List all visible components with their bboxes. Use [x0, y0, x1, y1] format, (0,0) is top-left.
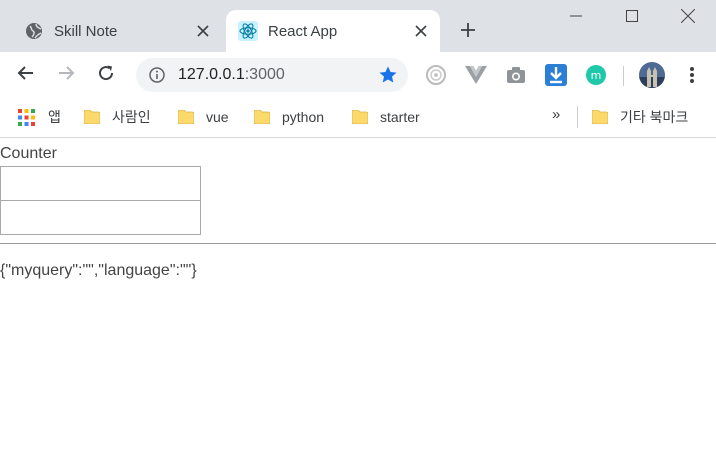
bookmark-folder-starter[interactable]: starter [351, 106, 420, 128]
browser-toolbar: 127.0.0.1:3000 m [0, 52, 716, 98]
reload-icon [97, 64, 115, 87]
globe-icon [24, 21, 44, 41]
folder-icon [83, 109, 101, 125]
bookmark-star-icon[interactable] [378, 65, 398, 85]
reload-button[interactable] [91, 60, 121, 90]
apps-grid-icon [18, 108, 35, 126]
profile-avatar-icon[interactable] [638, 61, 666, 89]
menu-dots-icon[interactable] [680, 63, 704, 87]
tab-strip: Skill Note React App [0, 0, 716, 52]
url-port: :3000 [244, 66, 285, 83]
minimize-button[interactable] [548, 0, 604, 36]
forward-button[interactable] [51, 60, 81, 90]
forward-icon [57, 64, 75, 87]
url-text: 127.0.0.1:3000 [178, 66, 285, 84]
bookmark-label: 사람인 [112, 109, 151, 125]
close-icon [680, 8, 696, 28]
download-icon[interactable] [544, 63, 568, 87]
bookmark-label: 앱 [48, 109, 61, 125]
bookmarks-overflow-button[interactable]: » [552, 106, 560, 123]
language-input[interactable] [0, 200, 201, 235]
bookmark-apps[interactable]: 앱 [18, 106, 61, 128]
folder-icon [177, 109, 195, 125]
plus-icon [460, 22, 476, 43]
tab-react-app[interactable]: React App [226, 10, 440, 52]
folder-icon [253, 109, 271, 125]
folder-icon [351, 109, 369, 125]
bookmarks-bar: 앱 사람인 vue python starter » 기타 북마크 [0, 98, 716, 138]
bookmark-label: starter [380, 109, 420, 125]
camera-icon[interactable] [504, 63, 528, 87]
url-host: 127.0.0.1 [178, 66, 245, 83]
circle-extension-icon[interactable] [424, 63, 448, 87]
divider [0, 243, 716, 244]
react-logo-icon [238, 21, 258, 41]
tab-skill-note[interactable]: Skill Note [8, 10, 222, 52]
maximize-icon [626, 9, 638, 27]
minimize-icon [570, 9, 582, 27]
window-close-button[interactable] [660, 0, 716, 36]
tab-title: Skill Note [54, 22, 118, 40]
close-tab-icon[interactable] [190, 18, 216, 44]
bookmark-label: python [282, 109, 325, 125]
folder-icon [591, 109, 609, 125]
info-icon[interactable] [148, 66, 166, 84]
close-tab-icon[interactable] [408, 18, 434, 44]
back-button[interactable] [11, 60, 41, 90]
tab-title: React App [268, 22, 338, 40]
bookmark-other-folder[interactable]: 기타 북마크 [591, 106, 689, 128]
bookmarks-separator [577, 106, 578, 128]
page-content: Counter {"myquery":"","language":""} [0, 139, 716, 460]
new-tab-button[interactable] [454, 18, 482, 46]
m-extension-icon[interactable]: m [584, 63, 608, 87]
back-icon [17, 64, 35, 87]
svg-text:m: m [591, 69, 602, 82]
toolbar-separator [623, 66, 624, 86]
bookmark-label: 기타 북마크 [620, 109, 689, 125]
bookmark-folder-saramin[interactable]: 사람인 [83, 106, 151, 128]
page-title: Counter [0, 145, 57, 162]
query-input[interactable] [0, 166, 201, 201]
bookmark-label: vue [206, 109, 229, 125]
bookmark-folder-vue[interactable]: vue [177, 106, 229, 128]
address-bar[interactable]: 127.0.0.1:3000 [136, 58, 408, 92]
state-json-output: {"myquery":"","language":""} [0, 262, 197, 279]
bookmark-folder-python[interactable]: python [253, 106, 325, 128]
vue-devtools-icon[interactable] [464, 63, 488, 87]
maximize-button[interactable] [604, 0, 660, 36]
